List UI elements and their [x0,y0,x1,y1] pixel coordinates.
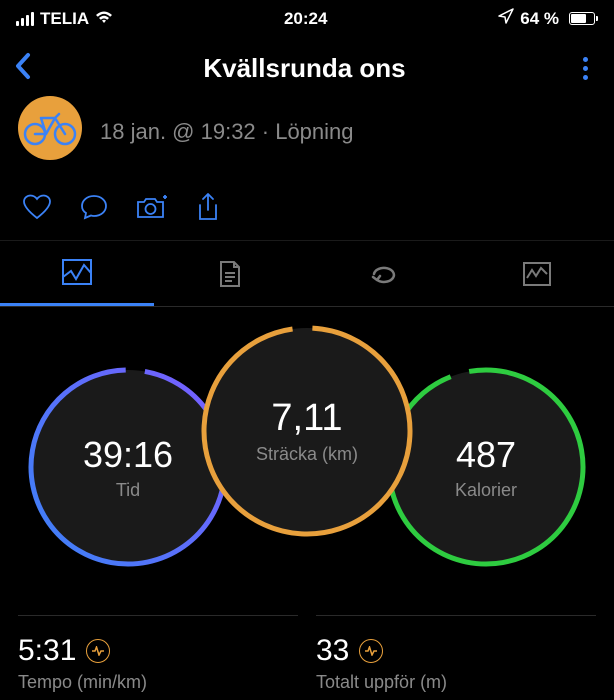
tab-charts[interactable] [461,241,614,306]
share-button[interactable] [196,192,220,222]
metric-time[interactable]: 39:16 Tid [28,367,228,567]
calories-value: 487 [455,434,517,476]
metric-calories[interactable]: 487 Kalorier [386,367,586,567]
status-time: 20:24 [284,9,327,29]
stats-row: 5:31 Tempo (min/km) 33 Totalt uppför (m) [0,615,614,693]
signal-icon [16,12,34,26]
metric-circles: 39:16 Tid 487 Kalorier 7,11 Sträcka (km) [0,315,614,615]
ascent-value: 33 [316,634,349,668]
tab-row [0,241,614,307]
document-icon [218,260,242,288]
more-button[interactable] [575,53,596,84]
loop-icon [368,263,400,285]
pulse-icon [86,639,110,663]
time-label: Tid [83,480,173,501]
bike-icon [22,110,78,146]
camera-icon [136,194,168,220]
tab-map[interactable] [0,241,154,306]
nav-bar: Kvällsrunda ons [0,33,614,104]
location-icon [498,8,514,29]
like-button[interactable] [22,192,52,222]
share-icon [196,192,220,222]
heart-icon [22,194,52,220]
map-icon [62,259,92,285]
pace-value: 5:31 [18,634,76,668]
stat-pace[interactable]: 5:31 Tempo (min/km) [18,615,298,693]
avatar[interactable] [18,96,82,160]
ascent-label: Totalt uppför (m) [316,672,596,693]
calories-label: Kalorier [455,480,517,501]
carrier-label: TELIA [40,9,89,29]
time-value: 39:16 [83,434,173,476]
camera-button[interactable] [136,192,168,222]
tab-stats[interactable] [154,241,308,306]
wifi-icon [95,9,113,29]
metric-distance[interactable]: 7,11 Sträcka (km) [201,325,413,537]
comment-icon [80,194,108,220]
battery-percent: 64 % [520,9,559,29]
battery-icon [565,12,598,25]
page-title: Kvällsrunda ons [203,53,405,84]
activity-subtitle: 18 jan. @ 19:32 · Löpning [100,119,354,145]
chart-icon [523,262,551,286]
distance-value: 7,11 [256,397,358,440]
status-bar: TELIA 20:24 64 % [0,0,614,33]
pace-label: Tempo (min/km) [18,672,298,693]
tab-laps[interactable] [307,241,461,306]
stat-ascent[interactable]: 33 Totalt uppför (m) [316,615,596,693]
activity-header: 18 jan. @ 19:32 · Löpning [0,104,614,172]
action-row [0,172,614,241]
distance-label: Sträcka (km) [256,444,358,465]
pulse-icon [359,639,383,663]
comment-button[interactable] [80,192,108,222]
back-button[interactable] [14,51,34,86]
